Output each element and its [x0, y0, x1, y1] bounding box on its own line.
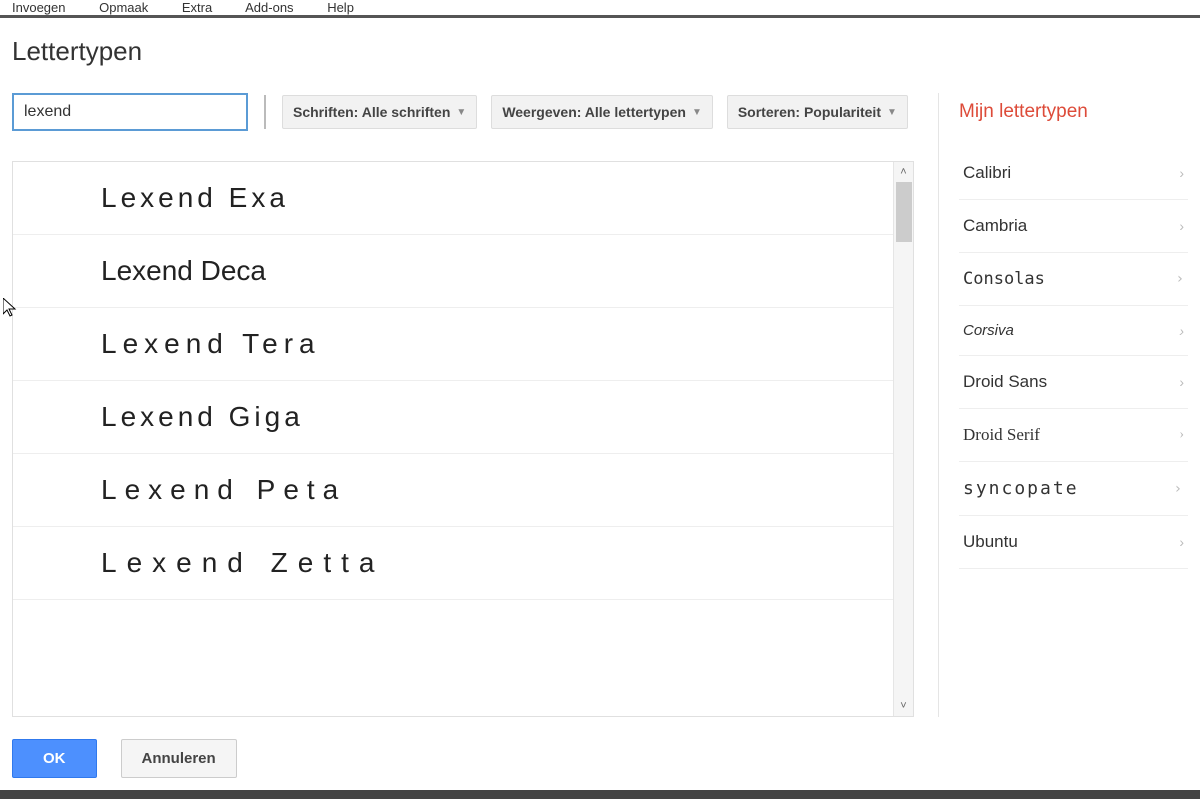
my-font-label: Corsiva: [963, 322, 1014, 339]
filter-schriften-label: Schriften: Alle schriften: [293, 104, 450, 120]
my-font-item[interactable]: Droid Sans ›: [959, 356, 1188, 409]
chevron-right-icon: ›: [1174, 481, 1184, 497]
filter-sorteren-label: Sorteren: Populariteit: [738, 104, 881, 120]
my-font-label: Droid Serif: [963, 425, 1040, 445]
filter-weergeven[interactable]: Weergeven: Alle lettertypen ▼: [491, 95, 713, 129]
filter-sorteren[interactable]: Sorteren: Populariteit ▼: [727, 95, 908, 129]
chevron-right-icon: ›: [1179, 165, 1184, 181]
font-list-container: Lexend Exa Lexend Deca Lexend Tera Lexen…: [12, 161, 914, 717]
scroll-up-icon[interactable]: ˄: [894, 162, 913, 182]
my-font-item[interactable]: Cambria ›: [959, 200, 1188, 253]
app-menubar: Invoegen Opmaak Extra Add-ons Help: [0, 0, 1200, 18]
chevron-right-icon: ›: [1179, 534, 1184, 550]
filter-separator: [264, 95, 266, 129]
my-font-label: Droid Sans: [963, 372, 1047, 392]
dialog-title: Lettertypen: [12, 36, 1188, 67]
font-result-item[interactable]: Lexend Deca: [13, 235, 893, 308]
chevron-right-icon: ›: [1179, 323, 1184, 339]
scroll-thumb[interactable]: [896, 182, 912, 242]
filter-schriften[interactable]: Schriften: Alle schriften ▼: [282, 95, 477, 129]
my-font-item[interactable]: Calibri ›: [959, 147, 1188, 200]
menu-item[interactable]: Help: [327, 0, 354, 15]
my-font-label: syncopate: [963, 478, 1079, 499]
chevron-right-icon: ›: [1179, 218, 1184, 234]
menu-item[interactable]: Extra: [182, 0, 212, 15]
ok-button[interactable]: OK: [12, 739, 97, 778]
dialog-footer: OK Annuleren: [12, 739, 1188, 778]
my-font-label: Cambria: [963, 216, 1027, 236]
caret-down-icon: ▼: [887, 107, 897, 118]
caret-down-icon: ▼: [692, 107, 702, 118]
my-font-label: Consolas: [963, 269, 1045, 289]
my-font-item[interactable]: Corsiva ›: [959, 306, 1188, 356]
my-font-label: Calibri: [963, 163, 1011, 183]
fonts-dialog: Lettertypen Schriften: Alle schriften ▼ …: [0, 18, 1200, 790]
font-result-item[interactable]: Lexend Exa: [13, 162, 893, 235]
font-result-item[interactable]: Lexend Giga: [13, 381, 893, 454]
my-font-label: Ubuntu: [963, 532, 1018, 552]
scrollbar[interactable]: ˄ ˅: [893, 162, 913, 716]
my-font-item[interactable]: Ubuntu ›: [959, 516, 1188, 569]
my-fonts-panel: Mijn lettertypen Calibri › Cambria › Con…: [938, 93, 1188, 717]
caret-down-icon: ▼: [456, 107, 466, 118]
font-list[interactable]: Lexend Exa Lexend Deca Lexend Tera Lexen…: [13, 162, 893, 716]
my-font-item[interactable]: Droid Serif ›: [959, 409, 1188, 462]
cancel-button[interactable]: Annuleren: [121, 739, 237, 778]
chevron-right-icon: ›: [1179, 374, 1184, 390]
search-input[interactable]: [12, 93, 248, 131]
font-result-item[interactable]: Lexend Peta: [13, 454, 893, 527]
menu-item[interactable]: Add-ons: [245, 0, 293, 15]
filters-row: Schriften: Alle schriften ▼ Weergeven: A…: [12, 93, 914, 131]
my-font-item[interactable]: Consolas ›: [959, 253, 1188, 306]
menu-item[interactable]: Invoegen: [12, 0, 66, 15]
filter-weergeven-label: Weergeven: Alle lettertypen: [502, 104, 686, 120]
chevron-right-icon: ›: [1179, 427, 1184, 443]
my-font-item[interactable]: syncopate ›: [959, 462, 1188, 516]
chevron-right-icon: ›: [1176, 271, 1184, 287]
scroll-down-icon[interactable]: ˅: [894, 696, 913, 716]
font-result-item[interactable]: Lexend Tera: [13, 308, 893, 381]
my-fonts-title: Mijn lettertypen: [959, 101, 1188, 123]
menu-item[interactable]: Opmaak: [99, 0, 148, 15]
font-result-item[interactable]: Lexend Zetta: [13, 527, 893, 600]
